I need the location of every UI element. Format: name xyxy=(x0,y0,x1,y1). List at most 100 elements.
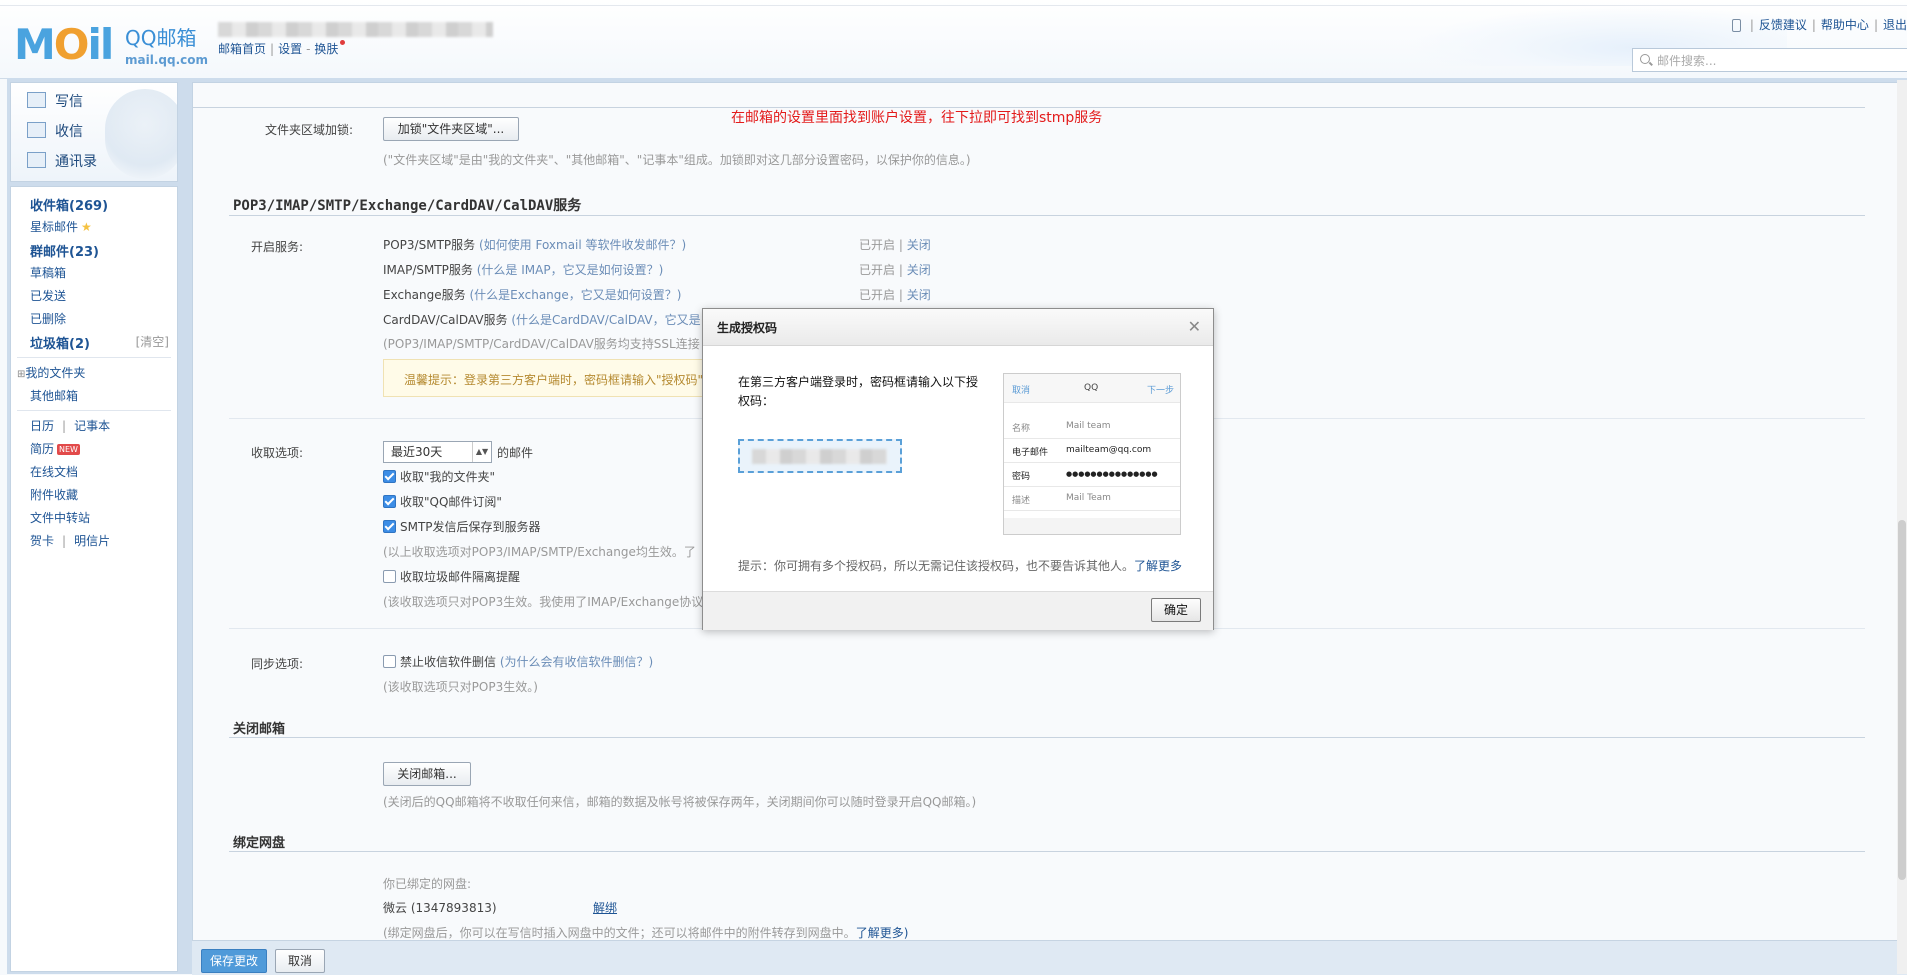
receive-hint-1: (以上收取选项对POP3/IMAP/SMTP/Exchange均生效。了 xyxy=(383,545,696,559)
link-logout[interactable]: 退出 xyxy=(1883,18,1907,32)
close-mailbox-hint: (关闭后的QQ邮箱将不收取任何来信，邮箱的数据及帐号将被保存两年，关闭期间你可以… xyxy=(383,795,977,809)
opt-label: 收取"QQ邮件订阅" xyxy=(400,495,502,509)
close-mailbox-title: 关闭邮箱 xyxy=(233,722,286,737)
penguin-decoration xyxy=(105,89,177,179)
link-help[interactable]: 帮助中心 xyxy=(1821,18,1869,32)
folder-inbox[interactable]: 收件箱(269) xyxy=(30,195,108,214)
auth-code-tip: 温馨提示：登录第三方客户端时，密码框请输入"授权码" xyxy=(404,373,704,387)
service-help-link[interactable]: (什么是CardDAV/CalDAV，它又是 xyxy=(511,313,700,327)
opt-smtp-save[interactable]: SMTP发信后保存到服务器 xyxy=(383,518,541,535)
preview-key: 名称 xyxy=(1012,424,1031,434)
folder-group[interactable]: 群邮件(23) xyxy=(30,241,99,260)
top-links: 邮箱首页 | 设置 - 换肤 xyxy=(218,40,346,57)
service-help-link[interactable]: (什么是Exchange，它又是如何设置？) xyxy=(469,288,681,302)
service-name: Exchange服务 xyxy=(383,288,466,302)
checkbox-checked[interactable] xyxy=(383,470,396,483)
search-placeholder: 邮件搜索... xyxy=(1657,54,1717,68)
blurred-account-info xyxy=(218,22,493,37)
link-feedback[interactable]: 反馈建议 xyxy=(1759,18,1807,32)
service-status-imap: 已开启 | 关闭 xyxy=(859,263,931,277)
link-settings[interactable]: 设置 xyxy=(278,42,302,56)
sync-hint: (该收取选项只对POP3生效。) xyxy=(383,680,538,694)
opt-qq-subscription[interactable]: 收取"QQ邮件订阅" xyxy=(383,493,502,510)
compose-panel: 写信 收信 通讯录 xyxy=(10,82,178,182)
netdisk-more-link[interactable]: 了解更多) xyxy=(856,926,909,940)
link-home[interactable]: 邮箱首页 xyxy=(218,42,266,56)
dialog-title: 生成授权码 xyxy=(717,321,778,335)
folder-sent[interactable]: 已发送 xyxy=(30,287,66,304)
link-skin[interactable]: 换肤 xyxy=(314,42,338,56)
service-close-link[interactable]: 关闭 xyxy=(907,263,931,277)
brand-name: QQ邮箱 xyxy=(125,26,197,50)
service-name: IMAP/SMTP服务 xyxy=(383,263,473,277)
preview-row-desc: 描述 Mail Team xyxy=(1004,486,1180,511)
left-sidebar: 写信 收信 通讯录 收件箱(269) 星标邮件 ★ 群邮件(23) 草稿箱 已发送… xyxy=(7,78,181,974)
folder-spam[interactable]: 垃圾箱(2) xyxy=(30,333,90,352)
clear-spam-link[interactable]: [清空] xyxy=(136,333,169,350)
checkbox-unchecked[interactable] xyxy=(383,570,396,583)
receive-mail-button[interactable]: 收信 xyxy=(27,121,83,141)
folder-deleted[interactable]: 已删除 xyxy=(30,310,66,327)
preview-value: mailteam@qq.com xyxy=(1066,445,1152,455)
app-notes[interactable]: 记事本 xyxy=(74,419,110,433)
netdisk-account: 微云 (1347893813) xyxy=(383,901,497,915)
service-row-pop3: POP3/SMTP服务 (如何使用 Foxmail 等软件收发邮件？) xyxy=(383,236,686,253)
checkbox-checked[interactable] xyxy=(383,495,396,508)
dialog-tip: 提示：你可拥有多个授权码，所以无需记住该授权码，也不要告诉其他人。了解更多 xyxy=(738,557,1182,574)
netdisk-title: 绑定网盘 xyxy=(233,836,286,851)
service-close-link[interactable]: 关闭 xyxy=(907,238,931,252)
receive-range-suffix: 的邮件 xyxy=(497,446,534,460)
service-help-link[interactable]: (如何使用 Foxmail 等软件收发邮件？) xyxy=(479,238,686,252)
service-close-link[interactable]: 关闭 xyxy=(907,288,931,302)
app-resume[interactable]: 简历 NEW xyxy=(30,440,80,457)
folder-starred[interactable]: 星标邮件 ★ xyxy=(30,218,92,235)
top-header: MOil QQ邮箱 mail.qq.com 邮箱首页 | 设置 - 换肤 | 反馈建议 | 帮… xyxy=(0,0,1907,79)
cancel-button[interactable]: 取消 xyxy=(275,949,325,973)
folder-lock-button[interactable]: 加锁"文件夹区域"... xyxy=(383,117,519,141)
app-transfer[interactable]: 文件中转站 xyxy=(30,509,90,526)
new-badge: NEW xyxy=(57,444,80,455)
red-annotation: 在邮箱的设置里面找到账户设置，往下拉即可找到stmp服务 xyxy=(731,110,1103,126)
folder-drafts[interactable]: 草稿箱 xyxy=(30,264,66,281)
dialog-footer: 确定 xyxy=(703,591,1213,630)
app-docs[interactable]: 在线文档 xyxy=(30,463,78,480)
contacts-icon xyxy=(27,152,46,168)
search-icon xyxy=(1640,54,1650,64)
opt-spam-notify[interactable]: 收取垃圾邮件隔离提醒 xyxy=(383,568,520,585)
netdisk-unbind-link[interactable]: 解绑 xyxy=(593,899,617,916)
checkbox-unchecked[interactable] xyxy=(383,655,396,668)
divider xyxy=(17,410,171,411)
service-status: 已开启 xyxy=(859,263,896,277)
auth-code-field[interactable] xyxy=(738,439,902,473)
opt-prevent-delete[interactable]: 禁止收信软件删信 (为什么会有收信软件删信？) xyxy=(383,653,653,670)
confirm-button[interactable]: 确定 xyxy=(1151,598,1201,622)
folder-other[interactable]: 其他邮箱 xyxy=(30,387,78,404)
write-icon xyxy=(27,92,46,108)
app-card[interactable]: 贺卡 xyxy=(30,534,54,548)
sync-help-link[interactable]: (为什么会有收信软件删信？) xyxy=(500,655,653,669)
my-folders[interactable]: ⊞我的文件夹 xyxy=(17,364,85,381)
mail-logo[interactable]: MOil xyxy=(14,20,114,69)
my-folders-label: 我的文件夹 xyxy=(25,366,86,380)
close-icon[interactable]: ✕ xyxy=(1188,317,1201,336)
phone-icon[interactable] xyxy=(1731,19,1741,32)
app-attachments[interactable]: 附件收藏 xyxy=(30,486,78,503)
app-calendar[interactable]: 日历 xyxy=(30,419,54,433)
app-postcard[interactable]: 明信片 xyxy=(74,534,110,548)
close-mailbox-button[interactable]: 关闭邮箱... xyxy=(383,762,471,786)
service-help-link[interactable]: (什么是 IMAP，它又是如何设置？) xyxy=(477,263,664,277)
receive-range-select[interactable]: 最近30天 ▲▼ xyxy=(383,441,492,463)
opt-my-folders[interactable]: 收取"我的文件夹" xyxy=(383,468,495,485)
scrollbar-thumb[interactable] xyxy=(1898,520,1906,880)
mail-search-input[interactable]: 邮件搜索... xyxy=(1632,48,1907,72)
checkbox-checked[interactable] xyxy=(383,520,396,533)
write-mail-button[interactable]: 写信 xyxy=(27,91,83,111)
save-button[interactable]: 保存更改 xyxy=(201,949,267,973)
vertical-scrollbar[interactable] xyxy=(1897,80,1907,974)
star-icon: ★ xyxy=(81,220,92,234)
ssl-hint: (POP3/IMAP/SMTP/CardDAV/CalDAV服务均支持SSL连接 xyxy=(383,337,700,351)
write-label: 写信 xyxy=(55,94,83,110)
section-divider xyxy=(229,215,1865,216)
contacts-button[interactable]: 通讯录 xyxy=(27,151,97,171)
learn-more-link[interactable]: 了解更多 xyxy=(1134,559,1182,573)
